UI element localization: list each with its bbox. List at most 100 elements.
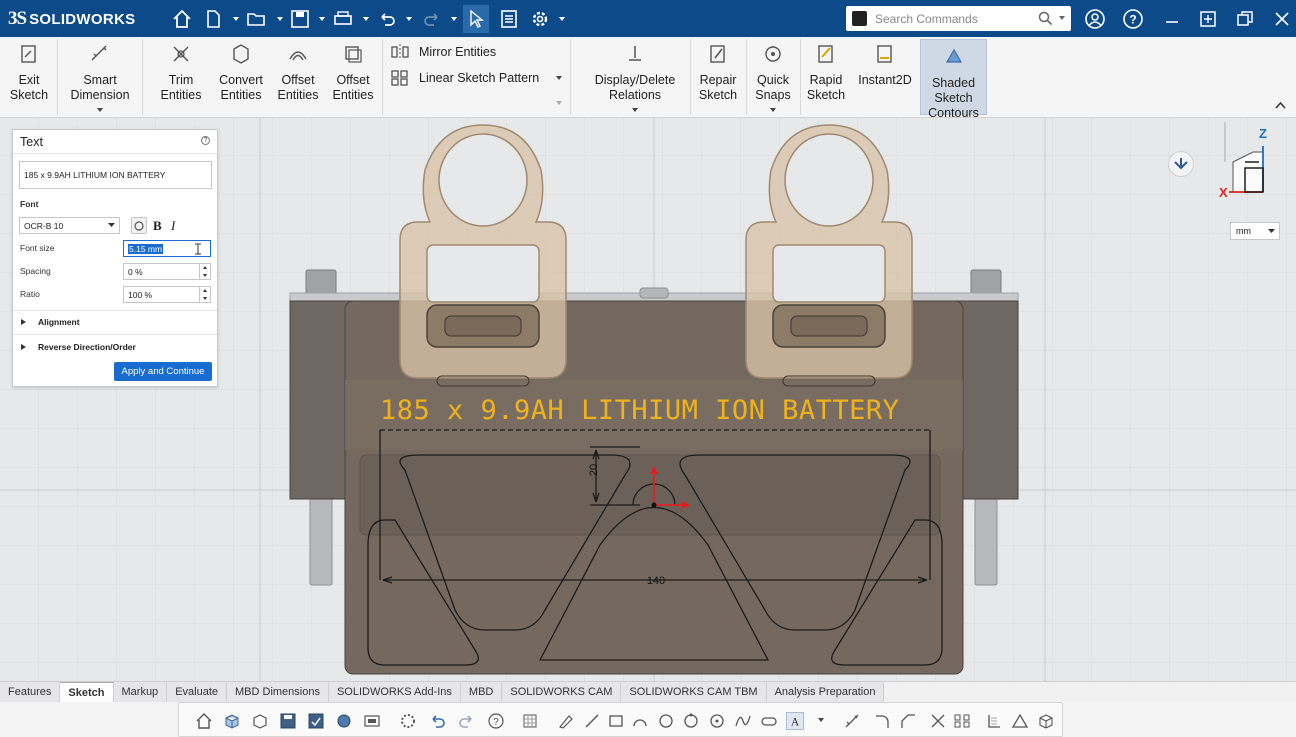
search-commands-input[interactable]: Search Commands (846, 6, 1071, 31)
display-style-icon[interactable] (251, 712, 269, 730)
circle-perimeter-icon[interactable] (682, 712, 700, 730)
mirror-icon[interactable] (953, 712, 971, 730)
chevron-down-icon[interactable] (361, 13, 371, 23)
tab-solidworks-add-ins[interactable]: SOLIDWORKS Add-Ins (328, 682, 461, 702)
rebuild-icon[interactable] (335, 712, 353, 730)
user-icon[interactable] (1083, 7, 1107, 31)
dim-vertical-label[interactable]: 20 (588, 464, 600, 476)
print-icon[interactable] (331, 7, 355, 31)
plane-icon[interactable] (985, 712, 1003, 730)
minimize-icon[interactable] (1160, 7, 1184, 31)
chevron-down-icon[interactable] (108, 223, 115, 228)
ratio-spinner[interactable] (199, 286, 210, 303)
reverse-direction-section[interactable]: Reverse Direction/Order (20, 342, 136, 352)
ratio-input[interactable]: 100 % (123, 286, 211, 303)
options-icon[interactable] (363, 712, 381, 730)
help-icon[interactable]: ? (1121, 7, 1145, 31)
trim-icon[interactable] (929, 712, 947, 730)
shaded-sketch-contours-button[interactable]: Shaded Sketch Contours (920, 39, 987, 120)
tab-sketch[interactable]: Sketch (60, 682, 114, 702)
dim-horizontal-label[interactable]: 140 (647, 575, 665, 587)
sketch-icon[interactable] (557, 712, 575, 730)
chevron-down-icon[interactable] (1268, 229, 1275, 234)
display-delete-relations-button[interactable]: Display/Delete Relations (592, 37, 678, 118)
font-size-input[interactable]: 5.15 mm (123, 240, 211, 257)
tab-features[interactable]: Features (0, 682, 61, 702)
tab-mbd-dimensions[interactable]: MBD Dimensions (227, 682, 329, 702)
open-folder-icon[interactable] (245, 7, 269, 31)
dimension-icon[interactable] (843, 712, 861, 730)
convert-entities-button[interactable]: Convert Entities (212, 37, 270, 118)
more-icon[interactable] (817, 717, 825, 723)
slot-icon[interactable] (760, 712, 778, 730)
quick-snaps-button[interactable]: Quick Snaps (750, 37, 796, 118)
tab-markup[interactable]: Markup (113, 682, 168, 702)
file-properties-icon[interactable] (497, 7, 521, 31)
chevron-down-icon[interactable] (555, 75, 563, 81)
tab-analysis-preparation[interactable]: Analysis Preparation (766, 682, 885, 702)
search-icon[interactable] (1038, 11, 1053, 26)
tab-mbd[interactable]: MBD (460, 682, 503, 702)
chevron-down-icon[interactable] (555, 100, 563, 106)
arc-icon[interactable] (631, 712, 649, 730)
chevron-down-icon[interactable] (769, 107, 777, 113)
units-select[interactable]: mm (1230, 222, 1280, 240)
new-document-icon[interactable] (201, 7, 225, 31)
italic-button[interactable]: I (171, 218, 175, 234)
undo-icon[interactable] (375, 7, 399, 31)
spline-icon[interactable] (734, 712, 752, 730)
repair-sketch-button[interactable]: Repair Sketch (694, 37, 742, 118)
redo-icon[interactable] (420, 7, 444, 31)
maximize-icon[interactable] (1233, 7, 1257, 31)
chevron-down-icon[interactable] (557, 13, 567, 23)
apply-and-continue-button[interactable]: Apply and Continue (114, 362, 212, 381)
home-view-icon[interactable] (195, 712, 213, 730)
point-circle-icon[interactable] (708, 712, 726, 730)
redo-icon[interactable] (457, 712, 475, 730)
chevron-down-icon[interactable] (404, 13, 414, 23)
smart-dimension-button[interactable]: Smart Dimension (66, 37, 134, 118)
restore-icon[interactable] (1196, 7, 1220, 31)
home-icon[interactable] (170, 7, 194, 31)
text-input[interactable]: 185 x 9.9AH LITHIUM ION BATTERY (19, 161, 212, 189)
font-dialog-button[interactable] (131, 217, 147, 234)
save-icon[interactable] (279, 712, 297, 730)
fillet-icon[interactable] (873, 712, 891, 730)
offset-entities-button[interactable]: Offset Entities (272, 37, 324, 118)
bold-button[interactable]: B (153, 218, 162, 234)
help-icon[interactable]: ? (487, 712, 505, 730)
tab-evaluate[interactable]: Evaluate (167, 682, 227, 702)
rectangle-icon[interactable] (607, 712, 625, 730)
alignment-section[interactable]: Alignment (20, 317, 80, 327)
grid-icon[interactable] (521, 712, 539, 730)
chevron-down-icon[interactable] (1058, 15, 1066, 21)
3d-view-icon[interactable] (1037, 712, 1055, 730)
spacing-spinner[interactable] (199, 263, 210, 280)
triangle-icon[interactable] (1011, 712, 1029, 730)
instant2d-button[interactable]: Instant2D (856, 37, 914, 118)
view-orientation-icon[interactable] (223, 712, 241, 730)
font-select[interactable]: OCR-B 10 (19, 217, 120, 234)
collapse-ribbon-icon[interactable] (1275, 101, 1286, 109)
chevron-down-icon[interactable] (275, 13, 285, 23)
view-triad[interactable]: Z X (1213, 122, 1289, 202)
settings-icon[interactable] (399, 712, 417, 730)
offset-entities-3d-button[interactable]: Offset Entities (326, 37, 380, 118)
save-icon[interactable] (288, 7, 312, 31)
rapid-sketch-button[interactable]: Rapid Sketch (804, 37, 848, 118)
chevron-down-icon[interactable] (231, 13, 241, 23)
chevron-down-icon[interactable] (317, 13, 327, 23)
chevron-down-icon[interactable] (96, 107, 104, 113)
circle-icon[interactable] (657, 712, 675, 730)
chamfer-icon[interactable] (899, 712, 917, 730)
spacing-input[interactable]: 0 % (123, 263, 211, 280)
exit-sketch-button[interactable]: Exit Sketch (6, 37, 52, 118)
engraved-text[interactable]: 185 x 9.9AH LITHIUM ION BATTERY (380, 395, 899, 426)
close-icon[interactable] (1270, 7, 1294, 31)
line-icon[interactable] (583, 712, 601, 730)
chevron-down-icon[interactable] (631, 107, 639, 113)
mirror-entities-button[interactable]: Mirror Entities (390, 43, 496, 61)
view-orientation-icon[interactable] (1168, 151, 1194, 177)
tab-solidworks-cam-tbm[interactable]: SOLIDWORKS CAM TBM (621, 682, 767, 702)
text-icon[interactable]: A (786, 712, 804, 730)
